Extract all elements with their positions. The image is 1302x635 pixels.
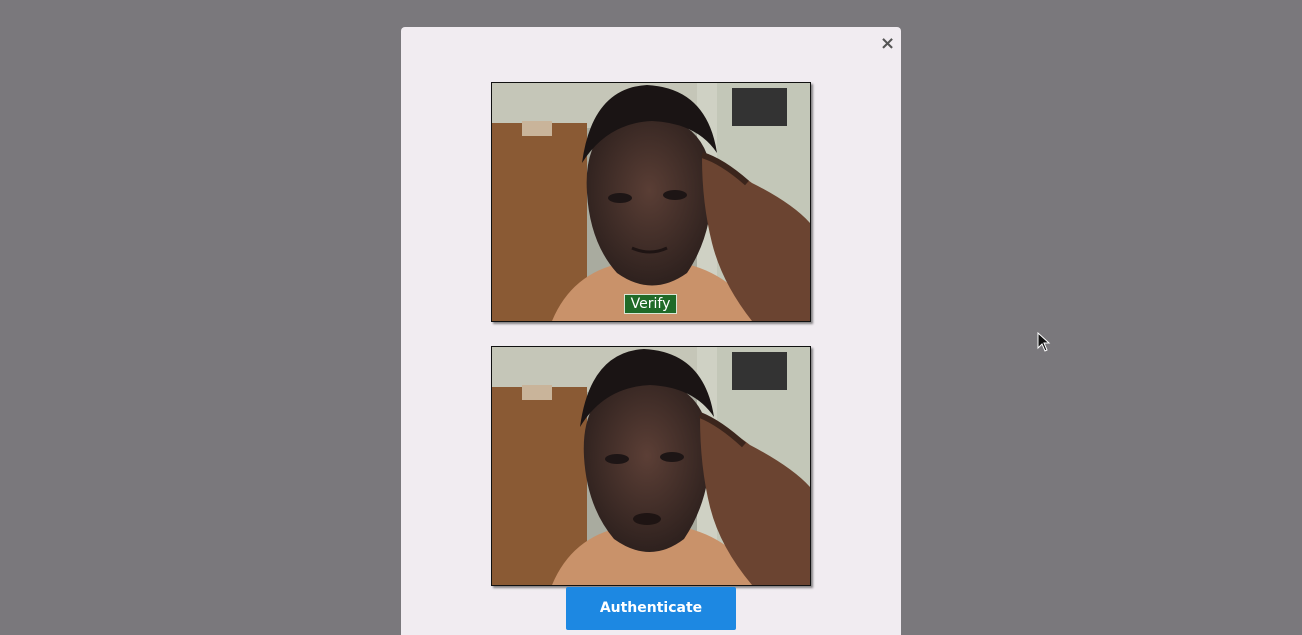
verify-button[interactable]: Verify [624,294,677,314]
mouse-pointer-icon [1037,332,1051,352]
close-icon[interactable]: × [880,35,895,53]
camera-feed: Verify [491,82,811,322]
captured-photo [491,346,811,586]
captured-photo-image [492,347,810,585]
camera-feed-image [492,83,810,321]
face-auth-modal: × Verify Authenticate [401,27,901,635]
authenticate-button[interactable]: Authenticate [566,587,736,630]
